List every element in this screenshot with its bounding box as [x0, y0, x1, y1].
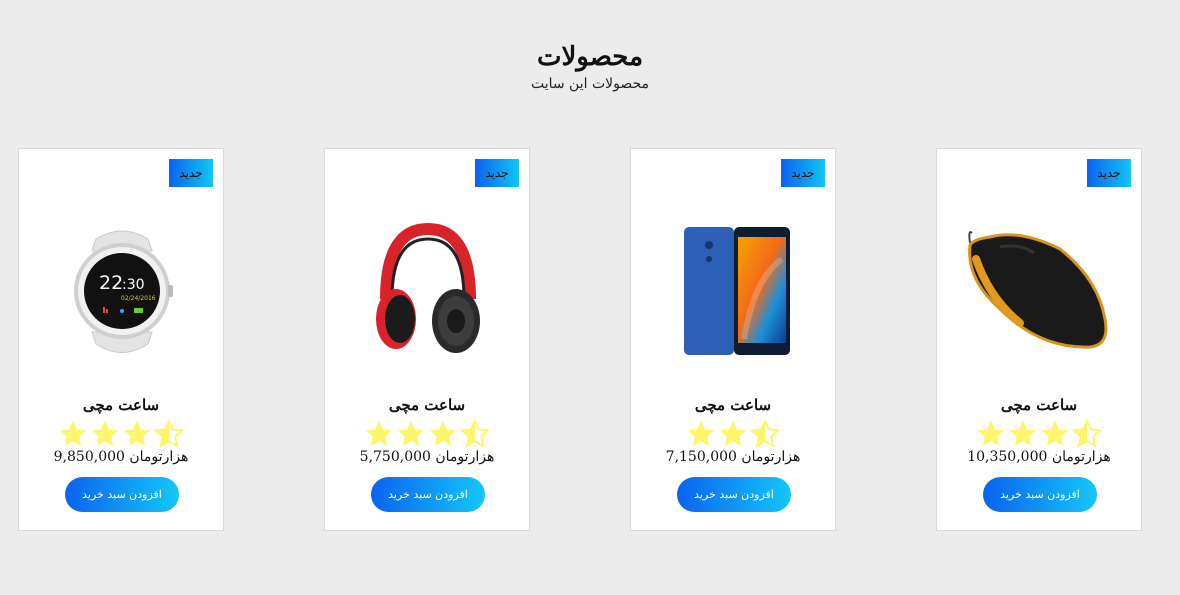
svg-text:02/24/2016: 02/24/2016 [121, 295, 156, 302]
product-name: ساعت مچی [388, 396, 466, 414]
half-star-icon [1072, 419, 1102, 448]
product-price: هزارتومان 7,150,000 [665, 449, 801, 465]
product-card: جدید ساعت مچی هزارتومان 7,150,000 افزودن… [630, 148, 836, 531]
star-icon [977, 420, 1005, 446]
add-to-cart-button[interactable]: افزودن سبد خرید [983, 477, 1097, 512]
star-icon [365, 420, 393, 446]
smartwatch-image: 22 :30 02/24/2016 [74, 230, 173, 353]
star-rating [937, 419, 1141, 449]
product-price: هزارتومان 10,350,000 [967, 449, 1111, 465]
product-card: جدید ساعت مچی هزارتومان 5,750,000 افزودن… [324, 148, 530, 531]
product-card: جدید ساعت مچی هزارتومان 10,350,000 افزود… [936, 148, 1142, 531]
add-to-cart-button[interactable]: افزودن سبد خرید [65, 477, 179, 512]
add-to-cart-button[interactable]: افزودن سبد خرید [371, 477, 485, 512]
product-name: ساعت مچی [694, 396, 772, 414]
half-star-icon [750, 419, 780, 448]
star-rating [325, 419, 529, 449]
gaming-mouse-image [968, 231, 1108, 349]
star-icon [687, 420, 715, 446]
product-price: هزارتومان 5,750,000 [359, 449, 495, 465]
star-icon [59, 420, 87, 446]
smartphone-image [684, 227, 790, 355]
add-to-cart-button[interactable]: افزودن سبد خرید [677, 477, 791, 512]
product-name: ساعت مچی [82, 396, 160, 414]
product-price: هزارتومان 9,850,000 [53, 449, 189, 465]
star-icon [1009, 420, 1037, 446]
star-icon [1041, 420, 1069, 446]
new-badge: جدید [169, 159, 213, 187]
half-star-icon [154, 419, 184, 448]
new-badge: جدید [781, 159, 825, 187]
star-icon [397, 420, 425, 446]
product-card: جدید 22 :30 02/24/2016 ساعت مچی هزارتوما… [18, 148, 224, 531]
headphones-image [376, 222, 480, 353]
star-icon [91, 420, 119, 446]
star-rating [631, 419, 835, 449]
new-badge: جدید [475, 159, 519, 187]
star-icon [719, 420, 747, 446]
half-star-icon [460, 419, 490, 448]
star-rating [19, 419, 223, 449]
page-subtitle: محصولات این سایت [530, 76, 650, 92]
svg-text:22: 22 [99, 272, 123, 294]
page-header: محصولات محصولات این سایت [0, 40, 1180, 94]
star-icon [123, 420, 151, 446]
star-icon [429, 420, 457, 446]
new-badge: جدید [1087, 159, 1131, 187]
product-name: ساعت مچی [1000, 396, 1078, 414]
svg-text::30: :30 [122, 277, 145, 293]
page-title: محصولات [537, 42, 643, 72]
